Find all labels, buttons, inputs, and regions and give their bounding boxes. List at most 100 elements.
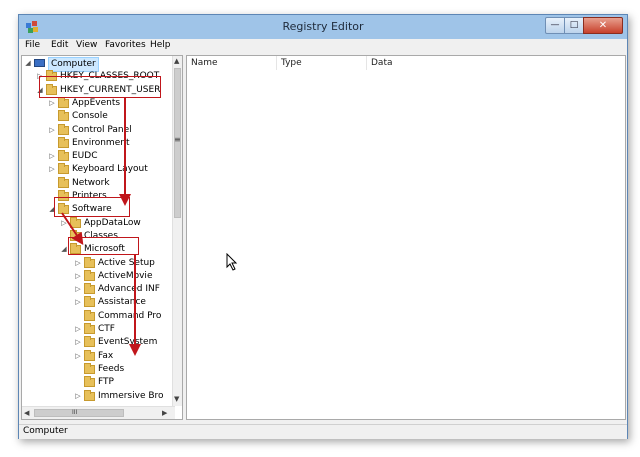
tree-label-assistance: Assistance xyxy=(98,297,146,308)
hscroll-grip-icon: III xyxy=(72,409,78,416)
values-list-pane[interactable]: Name Type Data xyxy=(186,55,626,420)
tree-node-assistance[interactable]: ▷ Assistance xyxy=(22,296,172,309)
scroll-right-arrow[interactable]: ▶ xyxy=(162,409,167,417)
tree-node-ctf[interactable]: ▷ CTF xyxy=(22,323,172,336)
folder-icon xyxy=(84,323,95,334)
folder-icon xyxy=(84,296,95,308)
window-title: Registry Editor xyxy=(282,20,364,33)
expander-eudc[interactable]: ▷ xyxy=(48,150,56,163)
status-path: Computer xyxy=(23,426,68,436)
menu-help[interactable]: Help xyxy=(150,40,171,50)
folder-icon xyxy=(58,163,69,175)
folder-icon xyxy=(58,136,69,148)
title-bar[interactable]: Registry Editor — □ ✕ xyxy=(19,15,627,39)
tree-node-command-pro[interactable]: Command Pro xyxy=(22,309,172,323)
tree-node-eudc[interactable]: ▷ EUDC xyxy=(22,150,172,163)
tree-label-environment: Environment xyxy=(72,137,130,148)
computer-icon xyxy=(34,59,45,67)
folder-icon xyxy=(84,269,95,281)
expander-active-setup[interactable]: ▷ xyxy=(74,257,82,270)
expander-fax[interactable]: ▷ xyxy=(74,350,82,363)
tree-label-ctf: CTF xyxy=(98,324,115,334)
tree-node-computer[interactable]: ◢ Computer xyxy=(22,57,172,72)
close-button[interactable]: ✕ xyxy=(583,17,623,34)
folder-icon xyxy=(84,376,95,388)
menu-file[interactable]: File xyxy=(25,40,40,50)
menu-favorites[interactable]: Favorites xyxy=(105,40,146,50)
tree-label-feeds: Feeds xyxy=(98,363,125,374)
expander-computer[interactable]: ◢ xyxy=(24,57,32,70)
folder-icon xyxy=(84,349,95,361)
column-header-type[interactable]: Type xyxy=(277,56,367,70)
folder-icon xyxy=(58,110,69,122)
folder-icon xyxy=(84,362,95,374)
tree-label-console: Console xyxy=(72,111,108,122)
highlight-box-hkcu xyxy=(39,76,161,98)
tree-node-advanced-inf[interactable]: ▷ Advanced INF xyxy=(22,283,172,296)
expander-appdatalow[interactable]: ▷ xyxy=(60,217,68,230)
expander-keyboard-layout[interactable]: ▷ xyxy=(48,163,56,176)
tree-node-keyboard-layout[interactable]: ▷ Keyboard Layout xyxy=(22,163,172,176)
tree-label-immersive-bro: Immersive Bro xyxy=(98,390,164,401)
folder-icon xyxy=(70,216,81,228)
tree-label-eventsystem: EventSystem xyxy=(98,337,158,348)
expander-activemovie[interactable]: ▷ xyxy=(74,270,82,283)
tree-node-eventsystem[interactable]: ▷ EventSystem xyxy=(22,336,172,349)
expander-immersive-bro[interactable]: ▷ xyxy=(74,390,82,403)
scroll-down-arrow[interactable]: ▼ xyxy=(174,395,179,403)
tree-node-ftp[interactable]: FTP xyxy=(22,376,172,389)
tree-label-command-pro: Command Pro xyxy=(98,310,162,321)
tree-label-fax: Fax xyxy=(98,350,114,361)
column-header-data[interactable]: Data xyxy=(367,56,625,70)
tree-node-console[interactable]: Console xyxy=(22,110,172,123)
scroll-up-arrow[interactable]: ▲ xyxy=(174,57,179,65)
expander-ctf[interactable]: ▷ xyxy=(74,323,82,336)
maximize-button[interactable]: □ xyxy=(564,17,584,34)
folder-icon xyxy=(84,309,95,321)
tree-vertical-scrollbar[interactable]: ▲ ≡ ▼ xyxy=(172,56,182,406)
menu-edit[interactable]: Edit xyxy=(51,40,68,50)
tree-node-feeds[interactable]: Feeds xyxy=(22,362,172,376)
minimize-button[interactable]: — xyxy=(545,17,565,34)
folder-icon xyxy=(84,256,95,268)
folder-icon xyxy=(84,283,95,295)
folder-icon xyxy=(84,336,95,348)
folder-icon xyxy=(58,96,69,108)
folder-icon xyxy=(58,176,69,188)
tree-node-fax[interactable]: ▷ Fax xyxy=(22,349,172,363)
tree-label-eudc: EUDC xyxy=(72,151,98,162)
expander-control-panel[interactable]: ▷ xyxy=(48,124,56,137)
tree-label-ftp: FTP xyxy=(98,377,114,388)
menu-view[interactable]: View xyxy=(76,40,97,50)
tree-node-appevents[interactable]: ▷ AppEvents xyxy=(22,96,172,110)
tree-node-environment[interactable]: Environment xyxy=(22,136,172,150)
tree-node-control-panel[interactable]: ▷ Control Panel xyxy=(22,123,172,137)
tree-label-keyboard-layout: Keyboard Layout xyxy=(72,164,148,175)
menu-bar: File Edit View Favorites Help xyxy=(19,39,627,53)
tree-node-activemovie[interactable]: ▷ ActiveMovie xyxy=(22,269,172,283)
tree-label-activemovie: ActiveMovie xyxy=(98,270,153,281)
scroll-left-arrow[interactable]: ◀ xyxy=(24,409,29,417)
expander-advanced-inf[interactable]: ▷ xyxy=(74,283,82,296)
tree-label-appdatalow: AppDataLow xyxy=(84,217,141,228)
tree-node-network[interactable]: Network xyxy=(22,176,172,190)
expander-appevents[interactable]: ▷ xyxy=(48,97,56,110)
folder-icon xyxy=(84,389,95,401)
column-header-name[interactable]: Name xyxy=(187,56,277,70)
tree-label-advanced-inf: Advanced INF xyxy=(98,284,160,295)
folder-icon xyxy=(58,150,69,162)
tree-label-network: Network xyxy=(72,177,110,188)
tree-node-active-setup[interactable]: ▷ Active Setup xyxy=(22,256,172,270)
horizontal-scroll-thumb[interactable]: III xyxy=(34,409,124,417)
tree-label-active-setup: Active Setup xyxy=(98,257,155,268)
expander-assistance[interactable]: ▷ xyxy=(74,296,82,309)
tree-horizontal-scrollbar[interactable]: ◀ III ▶ xyxy=(22,406,175,419)
status-bar: Computer xyxy=(19,424,627,439)
tree-node-appdatalow[interactable]: ▷ AppDataLow xyxy=(22,216,172,230)
tree-label-control-panel: Control Panel xyxy=(72,124,132,135)
tree-node-immersive-bro[interactable]: ▷ Immersive Bro xyxy=(22,389,172,403)
expander-microsoft[interactable]: ◢ xyxy=(60,243,68,256)
highlight-box-microsoft xyxy=(68,237,139,255)
expander-eventsystem[interactable]: ▷ xyxy=(74,336,82,349)
highlight-box-software xyxy=(54,197,130,217)
